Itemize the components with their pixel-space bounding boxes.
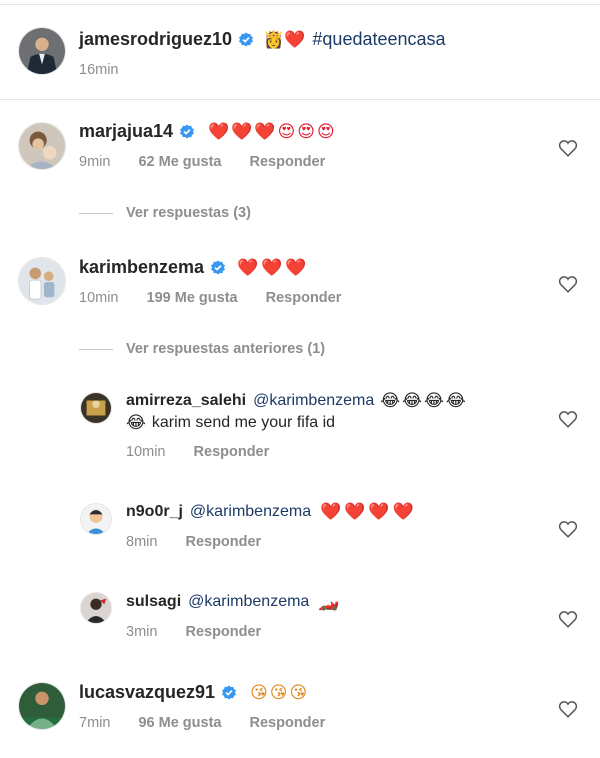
reply-button[interactable]: Responder bbox=[194, 444, 270, 460]
avatar-caption[interactable] bbox=[18, 27, 66, 75]
heart-outline-icon[interactable] bbox=[558, 275, 578, 293]
comment-meta: 7min 96 Me gusta Responder bbox=[79, 715, 325, 731]
caption-line: jamesrodriguez10 👸❤️ #quedateencasa bbox=[79, 29, 446, 50]
verified-badge-icon bbox=[222, 685, 237, 699]
heart-outline-icon[interactable] bbox=[558, 520, 578, 538]
reply-time: 10min bbox=[126, 444, 166, 460]
comment-line: marjajua14 ❤️❤️❤️😍😍😍 bbox=[79, 121, 337, 142]
heart-outline-icon[interactable] bbox=[558, 610, 578, 628]
comment-time: 9min bbox=[79, 154, 111, 170]
comment-likes[interactable]: 96 Me gusta bbox=[138, 715, 221, 731]
avatar-lucasvazquez91[interactable] bbox=[18, 682, 66, 730]
reply-mention[interactable]: @karimbenzema bbox=[190, 503, 311, 521]
view-replies-line bbox=[79, 212, 113, 214]
reply-emoji-2: 😂 bbox=[126, 413, 146, 432]
reply-username[interactable]: n9o0r_j bbox=[126, 503, 183, 521]
reply-button[interactable]: Responder bbox=[185, 624, 261, 640]
comment-time: 10min bbox=[79, 290, 119, 306]
view-replies-label: Ver respuestas anteriores (1) bbox=[126, 341, 326, 357]
comment-username[interactable]: karimbenzema bbox=[79, 257, 204, 278]
caption-time: 16min bbox=[79, 62, 119, 78]
reply-emoji: 😂😂😂😂 bbox=[380, 391, 468, 410]
comment-emoji: ❤️❤️❤️ bbox=[237, 257, 310, 277]
view-replies-label: Ver respuestas (3) bbox=[126, 205, 251, 221]
comment-meta: 10min 199 Me gusta Responder bbox=[79, 290, 341, 306]
reply-meta: 8min Responder bbox=[126, 534, 261, 550]
comment-username[interactable]: marjajua14 bbox=[79, 121, 173, 142]
avatar-sulsagi[interactable] bbox=[80, 592, 112, 624]
top-divider bbox=[0, 4, 600, 5]
reply-line: sulsagi @karimbenzema 🏎️ bbox=[126, 592, 339, 612]
heart-outline-icon[interactable] bbox=[558, 700, 578, 718]
reply-meta: 10min Responder bbox=[126, 444, 269, 460]
heart-outline-icon[interactable] bbox=[558, 410, 578, 428]
avatar-marjajua14[interactable] bbox=[18, 122, 66, 170]
reply-button[interactable]: Responder bbox=[185, 534, 261, 550]
caption-hashtag[interactable]: #quedateencasa bbox=[312, 29, 445, 50]
reply-time: 3min bbox=[126, 624, 158, 640]
verified-badge-icon bbox=[180, 124, 195, 138]
reply-emoji: 🏎️ bbox=[318, 592, 340, 611]
caption-username[interactable]: jamesrodriguez10 bbox=[79, 29, 232, 50]
heart-outline-icon[interactable] bbox=[558, 139, 578, 157]
comment-meta: 9min 62 Me gusta Responder bbox=[79, 154, 325, 170]
caption-divider bbox=[0, 99, 600, 100]
view-replies-line bbox=[79, 348, 113, 350]
reply-button[interactable]: Responder bbox=[250, 154, 326, 170]
reply-mention[interactable]: @karimbenzema bbox=[188, 593, 309, 611]
caption-emoji: 👸❤️ bbox=[263, 29, 306, 49]
reply-emoji: ❤️❤️❤️❤️ bbox=[320, 502, 417, 521]
comment-time: 7min bbox=[79, 715, 111, 731]
comment-line: karimbenzema ❤️❤️❤️ bbox=[79, 257, 310, 278]
caption-meta: 16min bbox=[79, 62, 119, 78]
reply-text: karim send me your fifa id bbox=[151, 414, 336, 431]
reply-time: 8min bbox=[126, 534, 158, 550]
reply-meta: 3min Responder bbox=[126, 624, 261, 640]
avatar-amirreza-salehi[interactable] bbox=[80, 392, 112, 424]
avatar-karimbenzema[interactable] bbox=[18, 257, 66, 305]
comment-emoji: ❤️❤️❤️😍😍😍 bbox=[208, 121, 337, 141]
view-previous-replies-toggle[interactable]: Ver respuestas anteriores (1) bbox=[79, 341, 325, 357]
reply-line-2: 😂 karim send me your fifa id bbox=[126, 413, 335, 433]
comment-username[interactable]: lucasvazquez91 bbox=[79, 682, 215, 703]
reply-line: n9o0r_j @karimbenzema ❤️❤️❤️❤️ bbox=[126, 502, 417, 522]
view-replies-toggle[interactable]: Ver respuestas (3) bbox=[79, 205, 251, 221]
reply-mention[interactable]: @karimbenzema bbox=[253, 392, 374, 410]
comment-line: lucasvazquez91 😘😘😘 bbox=[79, 682, 309, 703]
reply-username[interactable]: sulsagi bbox=[126, 593, 181, 611]
verified-badge-icon bbox=[211, 260, 226, 274]
reply-line: amirreza_salehi @karimbenzema 😂😂😂😂 bbox=[126, 391, 468, 411]
reply-username[interactable]: amirreza_salehi bbox=[126, 392, 246, 410]
verified-badge-icon bbox=[239, 32, 254, 46]
comment-likes[interactable]: 62 Me gusta bbox=[138, 154, 221, 170]
avatar-n9o0r-j[interactable] bbox=[80, 503, 112, 535]
comment-emoji: 😘😘😘 bbox=[250, 682, 310, 702]
comment-likes[interactable]: 199 Me gusta bbox=[147, 290, 238, 306]
reply-button[interactable]: Responder bbox=[266, 290, 342, 306]
reply-button[interactable]: Responder bbox=[250, 715, 326, 731]
